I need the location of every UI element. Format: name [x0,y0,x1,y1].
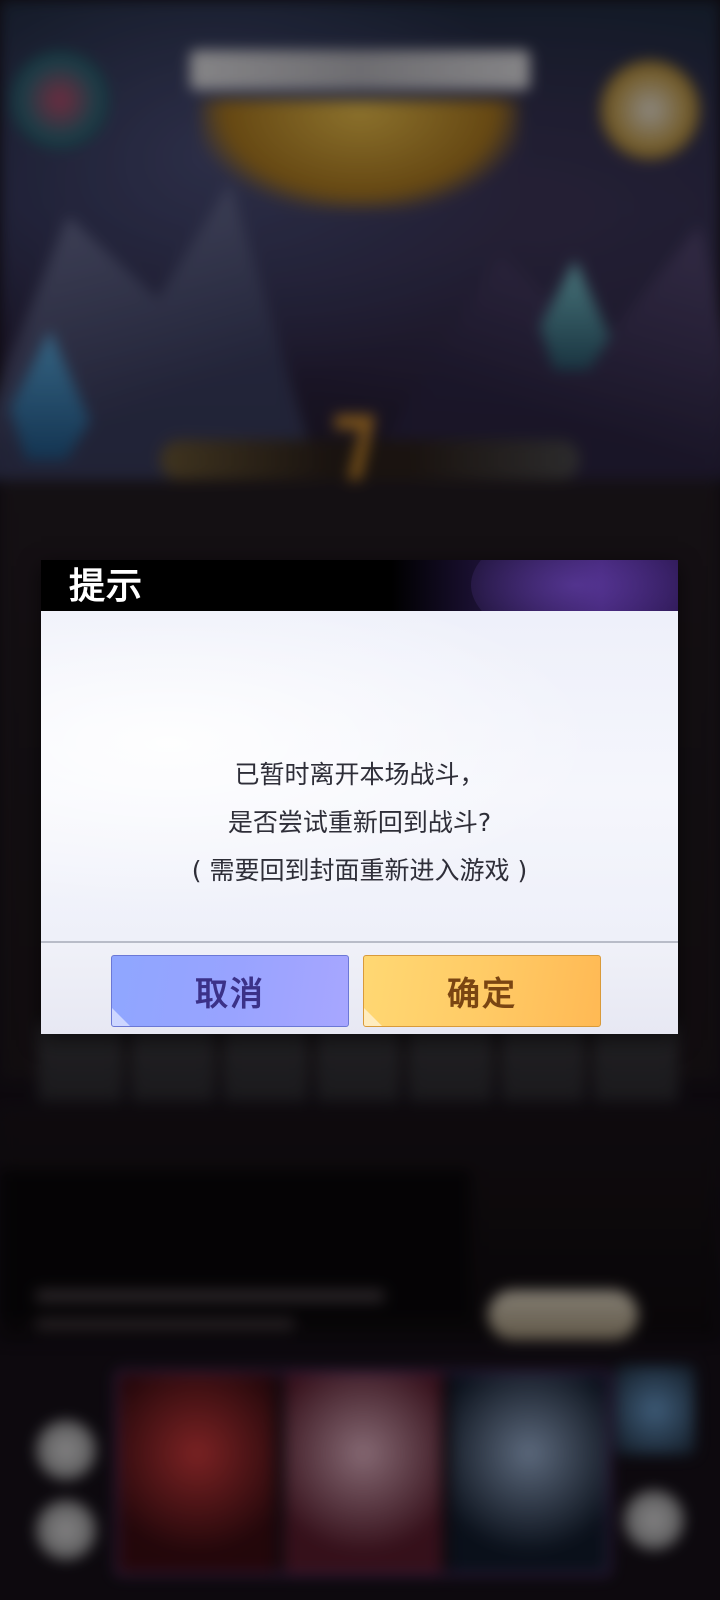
cancel-button[interactable]: 取消 [111,955,349,1027]
confirm-button-label: 确定 [447,974,517,1013]
header-decoration [471,560,678,611]
dialog-message: 已暂时离开本场战斗， 是否尝试重新回到战斗? ( 需要回到封面重新进入游戏 ) [41,751,678,895]
confirm-button[interactable]: 确定 [363,955,601,1027]
dialog-header: 提示 [41,560,678,611]
reconnect-dialog: 提示 已暂时离开本场战斗， 是否尝试重新回到战斗? ( 需要回到封面重新进入游戏… [41,560,678,1034]
dialog-footer: 取消 确定 [41,943,678,1034]
dialog-body: 已暂时离开本场战斗， 是否尝试重新回到战斗? ( 需要回到封面重新进入游戏 ) [41,611,678,941]
game-screen: 提示 已暂时离开本场战斗， 是否尝试重新回到战斗? ( 需要回到封面重新进入游戏… [0,0,720,1600]
dialog-title: 提示 [69,565,144,607]
button-corner-decoration [112,1008,130,1026]
button-corner-decoration [364,1008,382,1026]
message-line: ( 需要回到封面重新进入游戏 ) [191,856,528,885]
message-line: 已暂时离开本场战斗， [234,760,485,789]
message-line: 是否尝试重新回到战斗? [227,808,492,837]
cancel-button-label: 取消 [195,974,265,1013]
